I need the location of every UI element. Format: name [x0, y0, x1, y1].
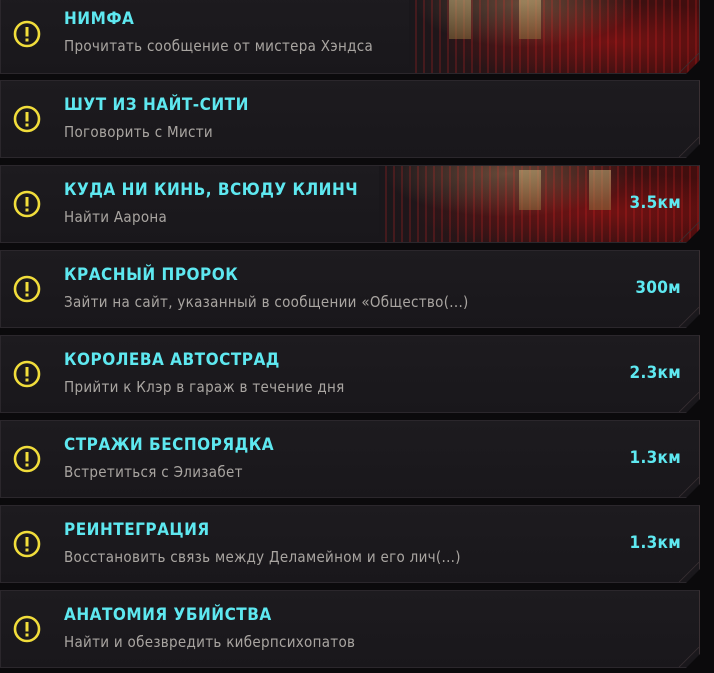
- quest-title: КОРОЛЕВА АВТОСТРАД: [64, 350, 280, 370]
- quest-title: КРАСНЫЙ ПРОРОК: [64, 265, 239, 285]
- quest-item-jester[interactable]: ШУТ ИЗ НАЙТ-СИТИ Поговорить с Мисти: [0, 80, 700, 158]
- quest-distance: 2.3км: [629, 363, 681, 383]
- quest-item-clinch[interactable]: КУДА НИ КИНЬ, ВСЮДУ КЛИНЧ Найти Аарона 3…: [0, 165, 700, 243]
- quest-title: АНАТОМИЯ УБИЙСТВА: [64, 605, 272, 625]
- quest-item-highway-queen[interactable]: КОРОЛЕВА АВТОСТРАД Прийти к Клэр в гараж…: [0, 335, 700, 413]
- quest-item-guards-of-disorder[interactable]: СТРАЖИ БЕСПОРЯДКА Встретиться с Элизабет…: [0, 420, 700, 498]
- exclamation-circle-icon: [13, 105, 41, 133]
- exclamation-circle-icon: [13, 190, 41, 218]
- exclamation-circle-icon: [13, 275, 41, 303]
- quest-objective: Найти и обезвредить киберпсихопатов: [64, 633, 356, 651]
- exclamation-circle-icon: [13, 530, 41, 558]
- quest-item-reintegration[interactable]: РЕИНТЕГРАЦИЯ Восстановить связь между Де…: [0, 505, 700, 583]
- exclamation-circle-icon: [13, 20, 41, 48]
- quest-title: СТРАЖИ БЕСПОРЯДКА: [64, 435, 275, 455]
- quest-item-anatomy-of-murder[interactable]: АНАТОМИЯ УБИЙСТВА Найти и обезвредить ки…: [0, 590, 700, 668]
- quest-objective: Зайти на сайт, указанный в сообщении «Об…: [64, 293, 469, 311]
- quest-title: НИМФА: [64, 9, 135, 29]
- quest-title: ШУТ ИЗ НАЙТ-СИТИ: [64, 95, 249, 115]
- exclamation-circle-icon: [13, 615, 41, 643]
- exclamation-circle-icon: [13, 360, 41, 388]
- quest-distance: 3.5км: [629, 193, 681, 213]
- quest-objective: Восстановить связь между Деламейном и ег…: [64, 548, 461, 566]
- quest-distance: 300м: [635, 278, 681, 298]
- quest-distance: 1.3км: [629, 448, 681, 468]
- quest-title: КУДА НИ КИНЬ, ВСЮДУ КЛИНЧ: [64, 180, 359, 200]
- quest-item-nymph[interactable]: НИМФА Прочитать сообщение от мистера Хэн…: [0, 0, 700, 74]
- quest-objective: Встретиться с Элизабет: [64, 463, 243, 481]
- quest-objective: Прийти к Клэр в гараж в течение дня: [64, 378, 345, 396]
- quest-list: НИМФА Прочитать сообщение от мистера Хэн…: [0, 0, 714, 673]
- quest-title: РЕИНТЕГРАЦИЯ: [64, 520, 210, 540]
- quest-item-red-prophet[interactable]: КРАСНЫЙ ПРОРОК Зайти на сайт, указанный …: [0, 250, 700, 328]
- exclamation-circle-icon: [13, 445, 41, 473]
- quest-objective: Найти Аарона: [64, 208, 168, 226]
- quest-art: [409, 0, 699, 73]
- quest-objective: Прочитать сообщение от мистера Хэндса: [64, 37, 374, 55]
- quest-objective: Поговорить с Мисти: [64, 123, 213, 141]
- quest-distance: 1.3км: [629, 533, 681, 553]
